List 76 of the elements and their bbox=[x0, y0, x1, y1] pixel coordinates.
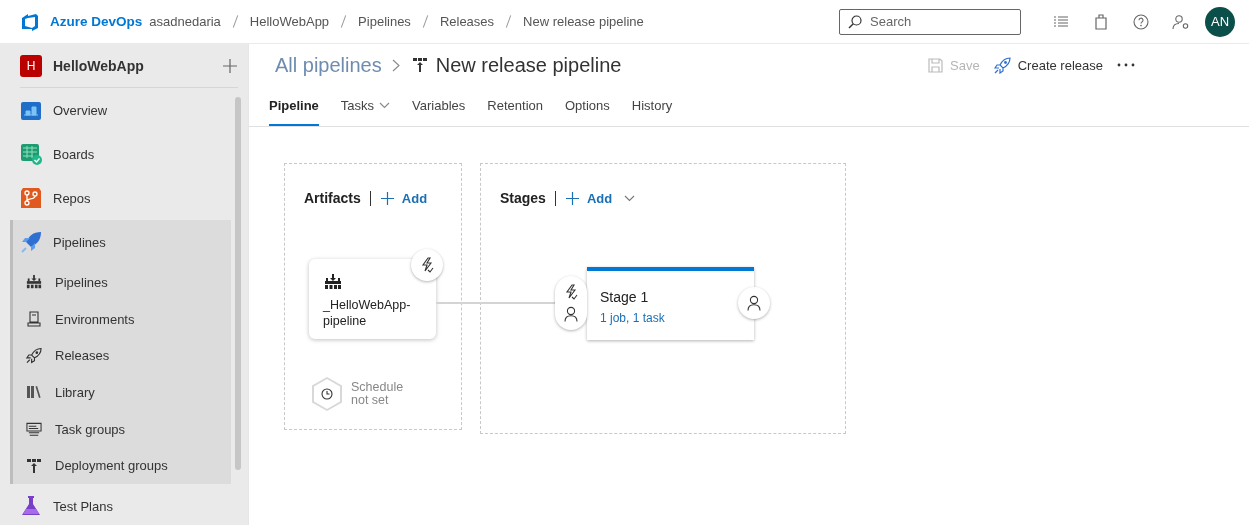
clock-icon bbox=[321, 388, 333, 400]
overview-icon bbox=[20, 99, 42, 121]
pre-deployment-conditions-button[interactable] bbox=[555, 276, 587, 330]
nav-subitem[interactable]: Environments bbox=[13, 300, 231, 338]
breadcrumb-link[interactable]: asadnedaria bbox=[149, 14, 221, 29]
rocket-icon bbox=[26, 347, 42, 365]
shopping-bag-icon[interactable] bbox=[1094, 13, 1108, 30]
stage-name: Stage 1 bbox=[600, 289, 649, 305]
post-deployment-conditions-button[interactable] bbox=[738, 287, 770, 319]
deployment-groups-icon bbox=[26, 457, 42, 474]
breadcrumb-link[interactable]: Pipelines bbox=[358, 14, 411, 29]
lightning-icon bbox=[564, 284, 578, 300]
artifact-card[interactable]: _HelloWebApp-pipeline bbox=[309, 259, 436, 339]
pipeline-icon bbox=[324, 274, 342, 290]
user-settings-icon[interactable] bbox=[1172, 13, 1190, 30]
flask-icon bbox=[20, 495, 42, 518]
user-avatar[interactable]: AN bbox=[1205, 6, 1235, 37]
lightning-icon bbox=[420, 257, 434, 273]
section-title: Artifacts bbox=[304, 190, 361, 206]
nav-item[interactable]: Boards bbox=[10, 132, 231, 176]
nav-subitem[interactable]: Task groups bbox=[13, 410, 231, 448]
add-button[interactable]: Add bbox=[564, 190, 636, 206]
environment-icon bbox=[26, 311, 42, 328]
page-title: New release pipeline bbox=[435, 53, 622, 77]
project-name[interactable]: HelloWebApp bbox=[53, 57, 222, 74]
person-icon bbox=[747, 295, 761, 311]
nav-item[interactable]: Pipelines bbox=[13, 220, 234, 264]
plus-icon bbox=[379, 190, 395, 206]
tab[interactable]: Options bbox=[565, 86, 621, 126]
project-badge: H bbox=[20, 54, 42, 77]
save-icon bbox=[928, 57, 944, 73]
more-button[interactable] bbox=[1117, 63, 1135, 67]
tab[interactable]: History bbox=[631, 86, 684, 126]
nav-subitem[interactable]: Releases bbox=[13, 337, 231, 375]
breadcrumb-link[interactable]: HelloWebApp bbox=[249, 14, 330, 29]
rocket-icon bbox=[993, 56, 1011, 74]
artifact-name: _HelloWebApp-pipeline bbox=[323, 297, 412, 329]
create-release-button[interactable]: Create release bbox=[993, 56, 1103, 74]
help-icon[interactable] bbox=[1133, 13, 1149, 30]
more-icon bbox=[1117, 63, 1135, 67]
boards-icon bbox=[20, 143, 42, 165]
nav-item[interactable]: Overview bbox=[10, 88, 231, 132]
release-pipeline-icon bbox=[411, 57, 428, 73]
chevron-right-icon bbox=[391, 58, 400, 72]
stage-summary-link[interactable]: 1 job, 1 task bbox=[600, 311, 665, 325]
nav-subitem[interactable]: Library bbox=[13, 374, 231, 411]
schedule-status[interactable]: Schedule not set bbox=[351, 381, 411, 407]
nav-subitem[interactable]: Pipelines bbox=[13, 264, 231, 301]
stage-card[interactable]: Stage 1 1 job, 1 task bbox=[587, 267, 754, 340]
plus-icon bbox=[564, 190, 580, 206]
section-title: Stages bbox=[500, 190, 546, 206]
breadcrumb-link[interactable]: New release pipeline bbox=[523, 14, 644, 29]
search-icon bbox=[848, 14, 862, 29]
scrollbar[interactable] bbox=[235, 97, 241, 470]
chevron-down-icon bbox=[379, 101, 391, 109]
all-pipelines-link[interactable]: All pipelines bbox=[275, 53, 382, 77]
tab[interactable]: Variables bbox=[412, 86, 477, 126]
search-field[interactable]: Search bbox=[839, 8, 1021, 35]
chevron-down-icon bbox=[624, 194, 636, 202]
nav-item[interactable]: Test Plans bbox=[10, 484, 231, 525]
breadcrumb-link[interactable]: Releases bbox=[439, 14, 495, 29]
nav-item[interactable]: Repos bbox=[10, 176, 231, 220]
azure-devops-logo-icon bbox=[20, 11, 40, 32]
library-icon bbox=[26, 384, 42, 401]
task-groups-icon bbox=[26, 421, 42, 437]
repos-icon bbox=[20, 187, 42, 209]
trigger-button[interactable] bbox=[411, 249, 443, 281]
tab[interactable]: Retention bbox=[487, 86, 554, 126]
add-button[interactable]: Add bbox=[379, 190, 428, 206]
pipelines-icon bbox=[20, 231, 42, 253]
tab[interactable]: Pipeline bbox=[269, 86, 319, 126]
person-icon bbox=[564, 306, 578, 322]
pipeline-icon bbox=[26, 274, 42, 291]
brand-name[interactable]: Azure DevOps bbox=[50, 14, 143, 29]
nav-subitem[interactable]: Deployment groups bbox=[13, 447, 231, 485]
tab[interactable]: Tasks bbox=[340, 86, 402, 126]
